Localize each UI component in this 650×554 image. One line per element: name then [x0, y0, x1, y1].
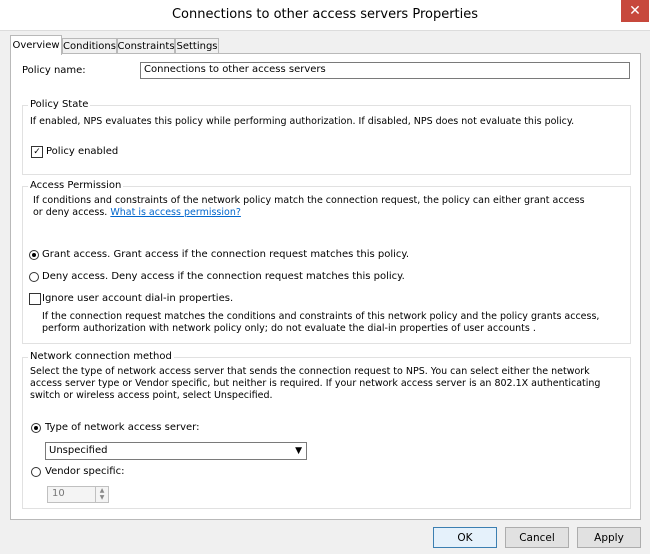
stepper-arrows-icon[interactable]: ▲ ▼ [95, 487, 108, 502]
vendor-specific-stepper[interactable]: 10 ▲ ▼ [47, 486, 109, 503]
type-nas-label: Type of network access server: [45, 422, 200, 433]
vendor-specific-radio[interactable] [31, 467, 41, 477]
vendor-specific-label: Vendor specific: [45, 466, 125, 477]
policy-enabled-checkbox[interactable]: ✓ [31, 146, 43, 158]
close-button[interactable]: ✕ [621, 0, 649, 22]
access-permission-description: If conditions and constraints of the net… [33, 195, 593, 219]
tab-overview[interactable]: Overview [10, 35, 62, 55]
policy-name-input[interactable]: Connections to other access servers [140, 62, 630, 79]
type-nas-radio[interactable] [31, 423, 41, 433]
deny-access-radio[interactable] [29, 272, 39, 282]
policy-enabled-label: Policy enabled [46, 146, 119, 157]
chevron-down-icon: ▼ [295, 446, 302, 456]
apply-button[interactable]: Apply [577, 527, 641, 548]
ignore-dialin-label: Ignore user account dial-in properties. [42, 293, 234, 304]
policy-state-description: If enabled, NPS evaluates this policy wh… [30, 116, 575, 127]
policy-state-title: Policy State [28, 99, 91, 110]
network-method-description: Select the type of network access server… [30, 366, 601, 401]
grant-access-label: Grant access. Grant access if the connec… [42, 249, 410, 260]
ignore-dialin-checkbox[interactable] [29, 293, 41, 305]
tab-conditions[interactable]: Conditions [62, 38, 117, 54]
deny-access-label: Deny access. Deny access if the connecti… [42, 271, 405, 282]
access-permission-title: Access Permission [28, 180, 124, 191]
network-method-title: Network connection method [28, 351, 174, 362]
window-title: Connections to other access servers Prop… [171, 7, 479, 22]
tab-constraints[interactable]: Constraints [117, 38, 175, 54]
cancel-button[interactable]: Cancel [505, 527, 569, 548]
ignore-dialin-description: If the connection request matches the co… [42, 311, 600, 334]
grant-access-radio[interactable] [29, 250, 39, 260]
title-bar: Connections to other access servers Prop… [0, 0, 650, 31]
policy-name-label: Policy name: [22, 65, 86, 76]
nas-type-dropdown[interactable]: Unspecified ▼ [45, 442, 307, 460]
access-permission-help-link[interactable]: What is access permission? [110, 207, 241, 218]
ok-button[interactable]: OK [433, 527, 497, 548]
nas-type-selected-value: Unspecified [49, 445, 108, 456]
tab-settings[interactable]: Settings [175, 38, 219, 54]
vendor-specific-value: 10 [52, 488, 65, 499]
